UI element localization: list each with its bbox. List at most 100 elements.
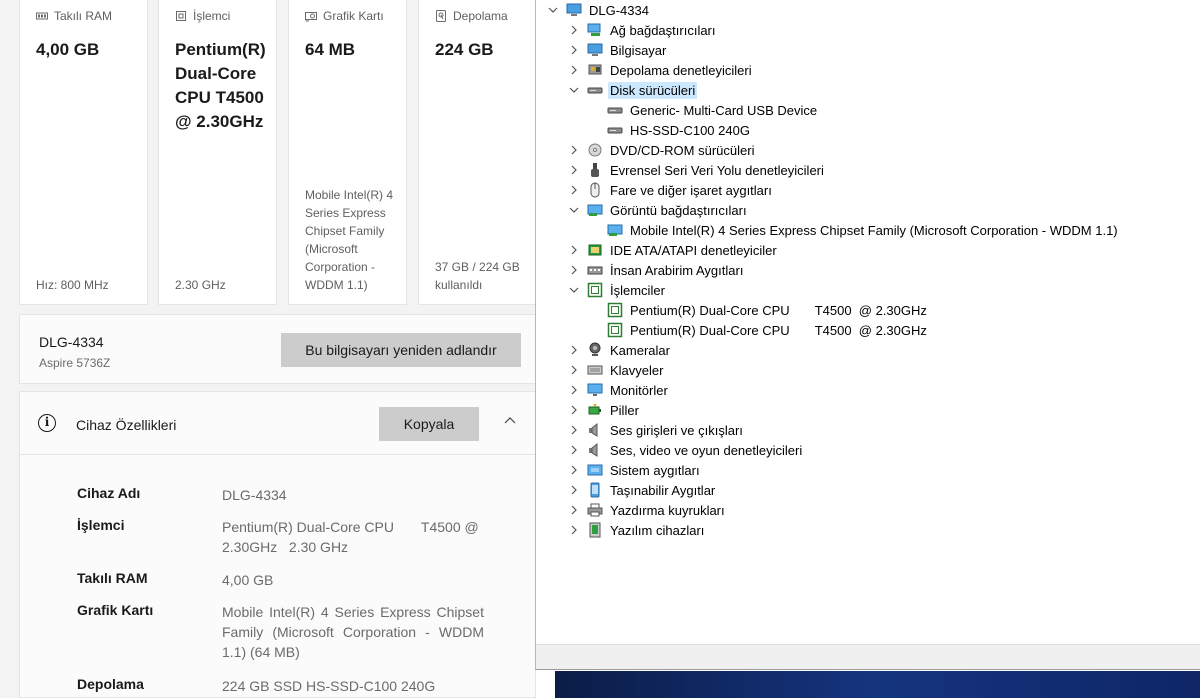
chevron-right-icon[interactable] (567, 463, 581, 477)
tree-node-label: Ses girişleri ve çıkışları (610, 422, 743, 438)
desktop-background (555, 671, 1200, 698)
spec-label: Grafik Kartı (77, 602, 154, 618)
spec-value: DLG-4334 (222, 487, 287, 503)
tree-node-label: Ağ bağdaştırıcıları (610, 22, 716, 38)
cpu-card: İşlemci Pentium(R) Dual-Core CPU T4500 @… (158, 0, 277, 305)
spec-label: İşlemci (77, 517, 125, 533)
storage-card: Depolama 224 GB 37 GB / 224 GB kullanıld… (418, 0, 536, 305)
tree-category-node[interactable]: Depolama denetleyicileri (567, 60, 754, 80)
chevron-right-icon[interactable] (567, 423, 581, 437)
tree-node-label: DLG-4334 (589, 2, 649, 18)
chevron-right-icon[interactable] (567, 143, 581, 157)
tree-device-node[interactable]: Mobile Intel(R) 4 Series Express Chipset… (607, 220, 1120, 240)
tree-category-node[interactable]: Bilgisayar (567, 40, 668, 60)
tree-category-node[interactable]: Monitörler (567, 380, 670, 400)
chevron-right-icon[interactable] (567, 23, 581, 37)
ram-card: Takılı RAM 4,00 GB Hız: 800 MHz (19, 0, 148, 305)
gpu-card: Grafik Kartı 64 MB Mobile Intel(R) 4 Ser… (288, 0, 407, 305)
spec-value: Mobile Intel(R) 4 Series Express Chipset… (222, 604, 484, 660)
tree-category-node[interactable]: Disk sürücüleri (567, 80, 698, 100)
display-adapter-icon (587, 204, 603, 216)
tree-node-label: Pentium(R) Dual-Core CPU T4500 @ 2.30GHz (630, 302, 927, 318)
tree-node-label: Generic- Multi-Card USB Device (630, 102, 818, 118)
gpu-card-value: 64 MB (305, 40, 356, 59)
chevron-down-icon[interactable] (567, 83, 581, 97)
storage-card-value: 224 GB (435, 40, 494, 59)
display-adapter-icon (607, 224, 623, 236)
keyboard-icon (587, 365, 603, 375)
chevron-right-icon[interactable] (567, 503, 581, 517)
tree-category-node[interactable]: Ses girişleri ve çıkışları (567, 420, 745, 440)
tree-node-label: Pentium(R) Dual-Core CPU T4500 @ 2.30GHz (630, 322, 927, 338)
device-specifications-header[interactable]: i Cihaz Özellikleri Kopyala (20, 392, 535, 455)
tree-device-node[interactable]: Pentium(R) Dual-Core CPU T4500 @ 2.30GHz (607, 300, 929, 320)
tree-category-node[interactable]: IDE ATA/ATAPI denetleyiciler (567, 240, 779, 260)
tree-category-node[interactable]: Kameralar (567, 340, 672, 360)
tree-category-node[interactable]: Piller (567, 400, 641, 420)
tree-category-node[interactable]: İşlemciler (567, 280, 667, 300)
chevron-down-icon[interactable] (546, 3, 560, 17)
tree-node-label: Görüntü bağdaştırıcıları (610, 202, 747, 218)
chevron-right-icon[interactable] (567, 343, 581, 357)
tree-category-node[interactable]: Fare ve diğer işaret aygıtları (567, 180, 774, 200)
chevron-right-icon[interactable] (567, 63, 581, 77)
dvd-drive-icon (588, 143, 602, 157)
chevron-right-icon[interactable] (567, 183, 581, 197)
tree-node-label: Evrensel Seri Veri Yolu denetleyicileri (610, 162, 824, 178)
horizontal-scrollbar[interactable] (536, 644, 1200, 669)
tree-node-label: Yazılım cihazları (610, 522, 705, 538)
chevron-down-icon[interactable] (567, 283, 581, 297)
speaker-icon (589, 442, 598, 457)
gpu-icon (305, 12, 317, 22)
spec-value: 224 GB SSD HS-SSD-C100 240G (222, 678, 436, 694)
settings-about-panel: Takılı RAM 4,00 GB Hız: 800 MHz İşlemci … (0, 0, 536, 698)
copy-button[interactable]: Kopyala (379, 407, 479, 441)
tree-device-node[interactable]: Generic- Multi-Card USB Device (607, 100, 819, 120)
gpu-card-header: Grafik Kartı (323, 9, 384, 23)
rename-pc-button[interactable]: Bu bilgisayarı yeniden adlandır (281, 333, 521, 367)
tree-category-node[interactable]: Evrensel Seri Veri Yolu denetleyicileri (567, 160, 826, 180)
tree-node-label: Klavyeler (610, 362, 664, 378)
software-device-icon (589, 522, 601, 538)
tree-node-label: Depolama denetleyicileri (610, 62, 752, 78)
network-adapter-icon (587, 23, 601, 36)
ram-card-value: 4,00 GB (36, 40, 100, 59)
tree-device-node[interactable]: Pentium(R) Dual-Core CPU T4500 @ 2.30GHz (607, 320, 929, 340)
chevron-right-icon[interactable] (567, 263, 581, 277)
chevron-right-icon[interactable] (567, 483, 581, 497)
chevron-up-icon[interactable] (503, 414, 517, 428)
processor-icon (607, 302, 623, 318)
cpu-icon (176, 11, 186, 21)
tree-category-node[interactable]: Taşınabilir Aygıtlar (567, 480, 717, 500)
tree-node-label: Disk sürücüleri (608, 81, 698, 99)
tree-category-node[interactable]: Ağ bağdaştırıcıları (567, 20, 718, 40)
tree-category-node[interactable]: Yazılım cihazları (567, 520, 706, 540)
tree-category-node[interactable]: İnsan Arabirim Aygıtları (567, 260, 745, 280)
chevron-right-icon[interactable] (567, 443, 581, 457)
chevron-right-icon[interactable] (567, 403, 581, 417)
tree-root-node[interactable]: DLG-4334 (546, 0, 651, 20)
chevron-right-icon[interactable] (567, 43, 581, 57)
tree-node-label: Bilgisayar (610, 42, 667, 58)
device-specifications-title: Cihaz Özellikleri (76, 417, 177, 433)
info-icon: i (38, 414, 56, 432)
chevron-down-icon[interactable] (567, 203, 581, 217)
ram-card-header: Takılı RAM (54, 9, 113, 23)
tree-category-node[interactable]: Ses, video ve oyun denetleyicileri (567, 440, 804, 460)
chevron-right-icon[interactable] (567, 363, 581, 377)
disk-drive-icon (607, 107, 623, 114)
chevron-right-icon[interactable] (567, 523, 581, 537)
tree-node-label: DVD/CD-ROM sürücüleri (610, 142, 755, 158)
chevron-right-icon[interactable] (567, 243, 581, 257)
chevron-right-icon[interactable] (567, 163, 581, 177)
processor-icon (607, 322, 623, 338)
tree-category-node[interactable]: DVD/CD-ROM sürücüleri (567, 140, 756, 160)
chevron-right-icon[interactable] (567, 383, 581, 397)
tree-category-node[interactable]: Yazdırma kuyrukları (567, 500, 727, 520)
spec-label: Cihaz Adı (77, 485, 141, 501)
tree-category-node[interactable]: Görüntü bağdaştırıcıları (567, 200, 749, 220)
tree-category-node[interactable]: Sistem aygıtları (567, 460, 702, 480)
monitor-icon (587, 383, 603, 396)
tree-device-node[interactable]: HS-SSD-C100 240G (607, 120, 752, 140)
tree-category-node[interactable]: Klavyeler (567, 360, 665, 380)
